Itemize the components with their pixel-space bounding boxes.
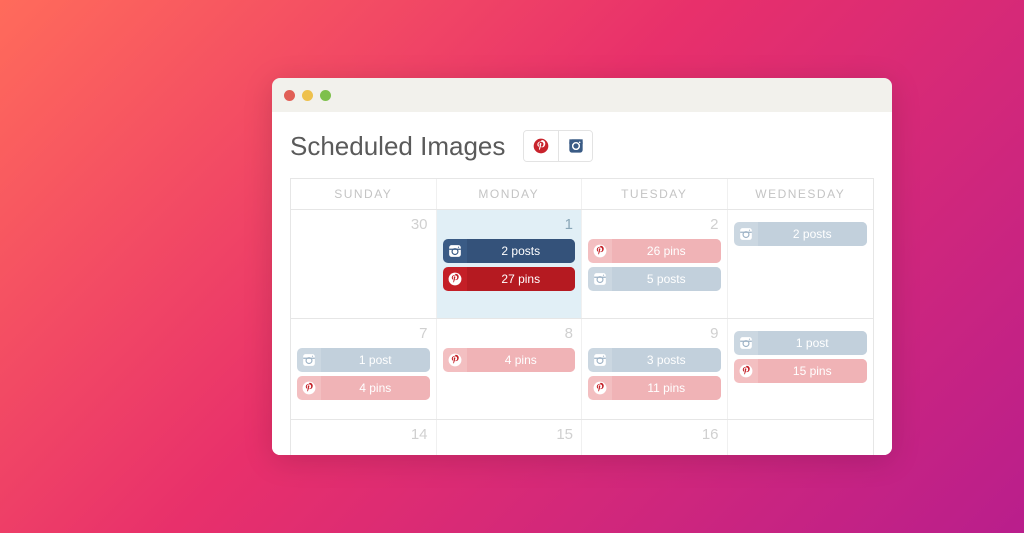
window-titlebar bbox=[272, 78, 892, 112]
badge-label: 15 pins bbox=[758, 359, 868, 383]
weekday-label: WEDNESDAY bbox=[728, 179, 874, 209]
calendar-cell[interactable]: 30 bbox=[291, 210, 437, 318]
calendar-cell[interactable]: 2 posts bbox=[728, 210, 874, 318]
instagram-schedule-badge[interactable]: 2 posts bbox=[734, 222, 868, 246]
weekday-label: MONDAY bbox=[437, 179, 583, 209]
instagram-icon bbox=[443, 244, 467, 258]
calendar-cell[interactable]: 1 2 posts 27 pins bbox=[437, 210, 583, 318]
pinterest-icon bbox=[588, 244, 612, 258]
badge-label: 1 post bbox=[758, 331, 868, 355]
calendar-cell[interactable]: 9 3 posts 11 pins bbox=[582, 319, 728, 419]
instagram-schedule-badge[interactable]: 5 posts bbox=[588, 267, 721, 291]
pinterest-schedule-badge[interactable]: 4 pins bbox=[297, 376, 430, 400]
pinterest-schedule-badge[interactable]: 15 pins bbox=[734, 359, 868, 383]
badge-label: 27 pins bbox=[467, 267, 576, 291]
calendar-row: 30 1 2 posts 27 pins 2 26 pins 5 posts 2 posts bbox=[291, 209, 873, 318]
page-title: Scheduled Images bbox=[290, 131, 505, 162]
pinterest-icon bbox=[734, 364, 758, 378]
badge-label: 11 pins bbox=[612, 376, 721, 400]
badge-label: 2 posts bbox=[467, 239, 576, 263]
window-content: Scheduled Images SUNDAY MONDAY TUESDAY W… bbox=[272, 112, 892, 455]
calendar-cell[interactable]: 7 1 post 4 pins bbox=[291, 319, 437, 419]
day-number: 16 bbox=[588, 426, 721, 443]
pinterest-icon bbox=[443, 353, 467, 367]
day-number: 30 bbox=[297, 216, 430, 233]
calendar-row: 7 1 post 4 pins 8 4 pins 9 3 posts 11 pins 1 pos… bbox=[291, 318, 873, 419]
badge-label: 2 posts bbox=[758, 222, 868, 246]
pinterest-icon bbox=[533, 138, 549, 154]
day-number: 14 bbox=[297, 426, 430, 443]
calendar-header-row: SUNDAY MONDAY TUESDAY WEDNESDAY bbox=[291, 179, 873, 209]
pinterest-schedule-badge[interactable]: 27 pins bbox=[443, 267, 576, 291]
badge-label: 1 post bbox=[321, 348, 430, 372]
calendar-cell[interactable]: 16 bbox=[582, 420, 728, 455]
calendar-cell[interactable] bbox=[728, 420, 874, 455]
network-filter-group bbox=[523, 130, 593, 162]
badge-label: 26 pins bbox=[612, 239, 721, 263]
app-window: Scheduled Images SUNDAY MONDAY TUESDAY W… bbox=[272, 78, 892, 455]
calendar-cell[interactable]: 2 26 pins 5 posts bbox=[582, 210, 728, 318]
weekday-label: SUNDAY bbox=[291, 179, 437, 209]
day-number: 2 bbox=[588, 216, 721, 233]
pinterest-schedule-badge[interactable]: 4 pins bbox=[443, 348, 576, 372]
badge-label: 4 pins bbox=[467, 348, 576, 372]
pinterest-schedule-badge[interactable]: 11 pins bbox=[588, 376, 721, 400]
day-number: 8 bbox=[443, 325, 576, 342]
instagram-icon bbox=[568, 138, 584, 154]
instagram-schedule-badge[interactable]: 2 posts bbox=[443, 239, 576, 263]
badge-label: 5 posts bbox=[612, 267, 721, 291]
pinterest-icon bbox=[443, 272, 467, 286]
day-number: 9 bbox=[588, 325, 721, 342]
day-number: 1 bbox=[443, 216, 576, 233]
calendar-grid: SUNDAY MONDAY TUESDAY WEDNESDAY 30 1 2 pos… bbox=[290, 178, 874, 455]
window-close-button[interactable] bbox=[284, 90, 295, 101]
calendar-cell[interactable]: 8 4 pins bbox=[437, 319, 583, 419]
window-zoom-button[interactable] bbox=[320, 90, 331, 101]
badge-label: 3 posts bbox=[612, 348, 721, 372]
day-number: 15 bbox=[443, 426, 576, 443]
instagram-icon bbox=[734, 336, 758, 350]
calendar-cell[interactable]: 14 bbox=[291, 420, 437, 455]
window-minimize-button[interactable] bbox=[302, 90, 313, 101]
day-number: 7 bbox=[297, 325, 430, 342]
instagram-icon bbox=[734, 227, 758, 241]
calendar-cell[interactable]: 1 post 15 pins bbox=[728, 319, 874, 419]
instagram-icon bbox=[588, 272, 612, 286]
badge-label: 4 pins bbox=[321, 376, 430, 400]
instagram-icon bbox=[588, 353, 612, 367]
instagram-icon bbox=[297, 353, 321, 367]
instagram-schedule-badge[interactable]: 1 post bbox=[734, 331, 868, 355]
calendar-cell[interactable]: 15 bbox=[437, 420, 583, 455]
instagram-schedule-badge[interactable]: 1 post bbox=[297, 348, 430, 372]
filter-pinterest-button[interactable] bbox=[524, 131, 558, 161]
pinterest-schedule-badge[interactable]: 26 pins bbox=[588, 239, 721, 263]
calendar-row: 14 15 16 bbox=[291, 419, 873, 455]
pinterest-icon bbox=[588, 381, 612, 395]
filter-instagram-button[interactable] bbox=[558, 131, 592, 161]
instagram-schedule-badge[interactable]: 3 posts bbox=[588, 348, 721, 372]
page-header: Scheduled Images bbox=[290, 130, 874, 162]
pinterest-icon bbox=[297, 381, 321, 395]
weekday-label: TUESDAY bbox=[582, 179, 728, 209]
